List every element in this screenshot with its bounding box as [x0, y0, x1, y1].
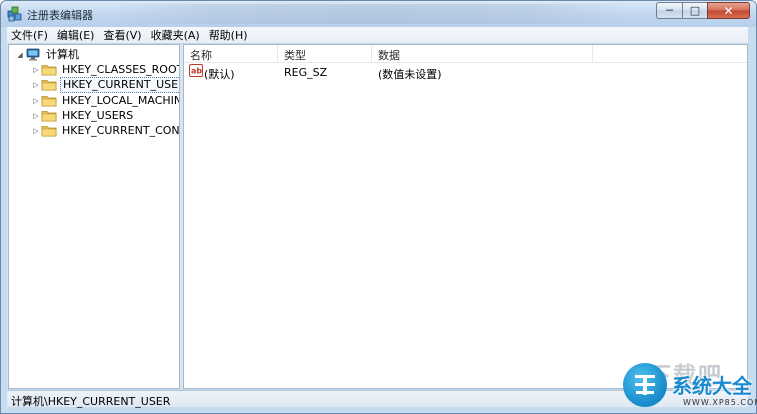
- window-title: 注册表编辑器: [27, 9, 93, 22]
- tree-item-computer[interactable]: ◢ 计算机: [15, 47, 81, 62]
- column-header-type[interactable]: 类型: [278, 45, 372, 62]
- folder-icon: [41, 65, 57, 76]
- maximize-icon: □: [689, 4, 701, 17]
- tree-item-hkey-current-config[interactable]: ▷ HKEY_CURRENT_CONFIG: [31, 123, 180, 138]
- folder-icon: [41, 80, 57, 91]
- title-bar[interactable]: 注册表编辑器 ─ □ ✕: [1, 1, 756, 27]
- folder-icon: [41, 126, 57, 137]
- close-button[interactable]: ✕: [707, 2, 750, 19]
- value-data: (数值未设置): [378, 68, 442, 81]
- values-list-pane[interactable]: 名称 类型 数据 ab (默认) REG_SZ (数值未设置): [183, 44, 748, 389]
- menu-file[interactable]: 文件(F): [7, 27, 53, 43]
- tree-item-label: HKEY_USERS: [62, 108, 134, 122]
- svg-text:ab: ab: [191, 67, 202, 76]
- collapse-arrow-icon[interactable]: ◢: [15, 51, 25, 59]
- tree-item-label: HKEY_CURRENT_USER: [60, 76, 179, 93]
- tree-item-label: HKEY_CLASSES_ROOT: [62, 62, 180, 76]
- window-controls: ─ □ ✕: [656, 2, 750, 20]
- column-header-name[interactable]: 名称: [184, 45, 278, 62]
- minimize-icon: ─: [666, 4, 673, 17]
- close-icon: ✕: [723, 3, 734, 18]
- main-content: ◢ 计算机 ▷ HKEY_CLASSES_ROOT ▷ HKEY_CURRENT…: [7, 44, 748, 389]
- tree-item-label: 计算机: [46, 47, 79, 61]
- tree-item-hkey-local-machine[interactable]: ▷ HKEY_LOCAL_MACHINE: [31, 93, 180, 108]
- watermark-brand: 系统大全: [672, 374, 752, 398]
- table-row[interactable]: ab (默认) REG_SZ (数值未设置): [184, 64, 747, 81]
- expand-arrow-icon[interactable]: ▷: [31, 127, 41, 135]
- registry-editor-window: 注册表编辑器 ─ □ ✕ 文件(F) 编辑(E) 查看(V) 收藏夹(A) 帮助…: [0, 0, 757, 414]
- maximize-button[interactable]: □: [682, 2, 707, 19]
- title-bar-glass: [111, 4, 631, 24]
- tree-item-label: HKEY_LOCAL_MACHINE: [62, 93, 180, 107]
- logo-emblem-icon: [635, 375, 655, 395]
- column-header-data[interactable]: 数据: [372, 45, 593, 62]
- key-tree-pane[interactable]: ◢ 计算机 ▷ HKEY_CLASSES_ROOT ▷ HKEY_CURRENT…: [8, 44, 180, 389]
- string-value-icon: ab: [189, 64, 203, 77]
- expand-arrow-icon[interactable]: ▷: [31, 97, 41, 105]
- tree-item-label: HKEY_CURRENT_CONFIG: [62, 123, 180, 137]
- menu-view[interactable]: 查看(V): [99, 27, 146, 43]
- column-header-label: 类型: [284, 49, 306, 62]
- watermark-logo-icon: [623, 363, 667, 407]
- menu-edit[interactable]: 编辑(E): [53, 27, 100, 43]
- list-header: 名称 类型 数据: [184, 45, 747, 63]
- value-name: (默认): [204, 68, 235, 81]
- status-path: 计算机\HKEY_CURRENT_USER: [11, 395, 171, 408]
- watermark-url: WWW.XP85.COM: [683, 398, 757, 407]
- value-type: REG_SZ: [284, 66, 328, 79]
- menu-help[interactable]: 帮助(H): [205, 27, 253, 43]
- column-header-label: 数据: [378, 49, 400, 62]
- menu-favorites[interactable]: 收藏夹(A): [147, 27, 205, 43]
- expand-arrow-icon[interactable]: ▷: [31, 112, 41, 120]
- tree-item-hkey-users[interactable]: ▷ HKEY_USERS: [31, 108, 135, 123]
- tree-item-hkey-current-user[interactable]: ▷ HKEY_CURRENT_USER: [31, 76, 179, 93]
- expand-arrow-icon[interactable]: ▷: [31, 81, 41, 89]
- expand-arrow-icon[interactable]: ▷: [31, 66, 41, 74]
- column-header-label: 名称: [190, 49, 212, 62]
- registry-editor-app-icon: [7, 6, 22, 22]
- menu-bar: 文件(F) 编辑(E) 查看(V) 收藏夹(A) 帮助(H): [7, 27, 748, 44]
- minimize-button[interactable]: ─: [656, 2, 682, 19]
- tree-item-hkey-classes-root[interactable]: ▷ HKEY_CLASSES_ROOT: [31, 62, 180, 77]
- computer-icon: [26, 48, 40, 61]
- folder-icon: [41, 111, 57, 122]
- folder-icon: [41, 96, 57, 107]
